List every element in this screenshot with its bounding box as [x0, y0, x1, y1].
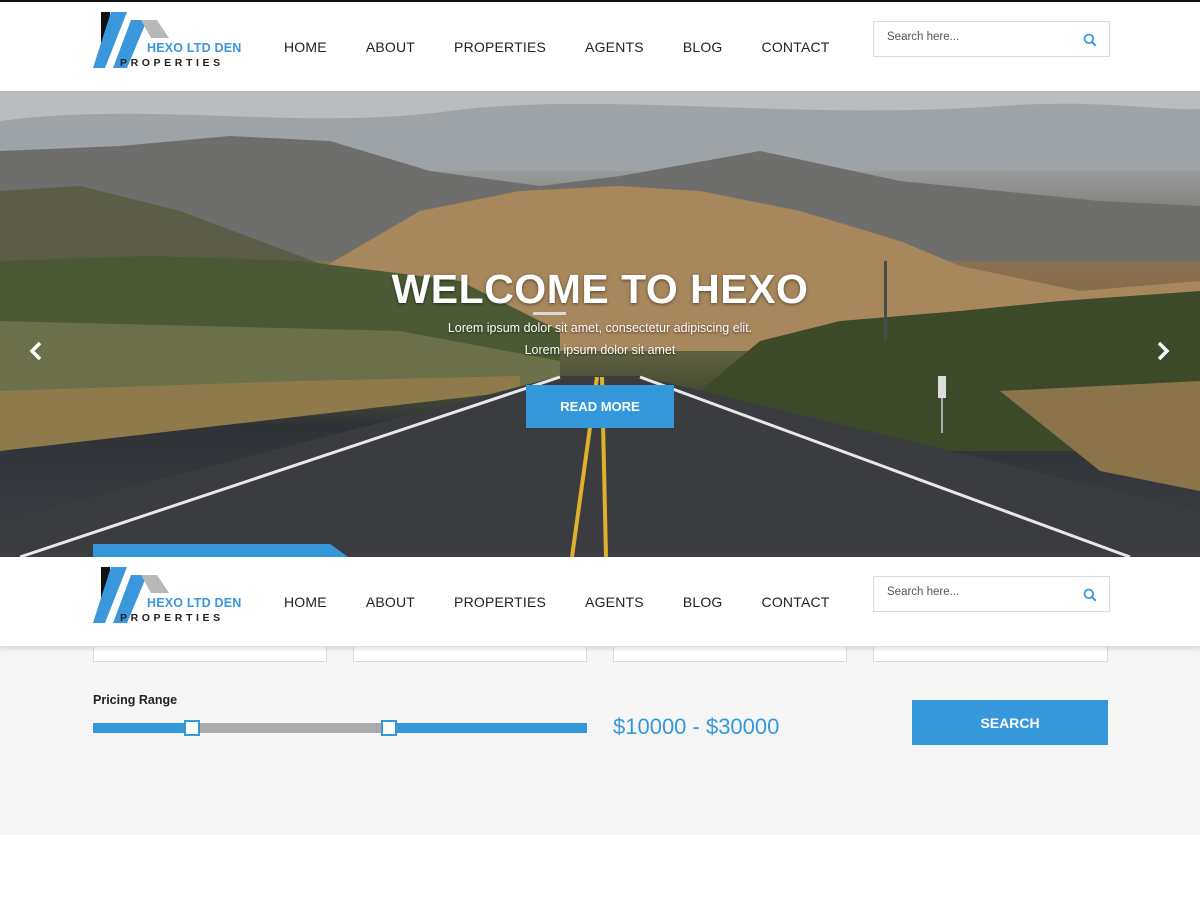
- search-input[interactable]: [887, 586, 1077, 598]
- slider-min-handle[interactable]: [183, 720, 200, 736]
- read-more-button[interactable]: READ MORE: [526, 385, 674, 428]
- nav-properties[interactable]: PROPERTIES: [454, 39, 546, 55]
- page: HEXO LTD DEN PROPERTIES HOME ABOUT PROPE…: [0, 0, 1200, 900]
- hero-subtitle-line-2: Lorem ipsum dolor sit amet: [524, 343, 676, 357]
- nav-blog[interactable]: BLOG: [683, 39, 723, 55]
- chevron-left-icon[interactable]: [25, 339, 47, 363]
- brand-tagline: PROPERTIES: [120, 57, 224, 69]
- nav-about[interactable]: ABOUT: [366, 594, 415, 610]
- price-range-slider[interactable]: [93, 720, 587, 736]
- hero-slider: WELCOME TO HEXO Lorem ipsum dolor sit am…: [0, 91, 1200, 557]
- price-range-value: $10000 - $30000: [613, 714, 780, 739]
- sticky-nav: HOME ABOUT PROPERTIES AGENTS BLOG CONTAC…: [284, 594, 869, 610]
- pricing-range-label: Pricing Range: [93, 693, 178, 707]
- filter-select-4[interactable]: [873, 647, 1108, 662]
- nav-blog[interactable]: BLOG: [683, 594, 723, 610]
- property-search-filters: Pricing Range $10000 - $30000 SEARCH: [0, 647, 1200, 835]
- site-header: HEXO LTD DEN PROPERTIES HOME ABOUT PROPE…: [0, 0, 1200, 90]
- nav-home[interactable]: HOME: [284, 39, 327, 55]
- sticky-logo[interactable]: HEXO LTD DEN PROPERTIES: [93, 565, 243, 627]
- sticky-header: HEXO LTD DEN PROPERTIES HOME ABOUT PROPE…: [0, 557, 1200, 647]
- nav-agents[interactable]: AGENTS: [585, 39, 644, 55]
- nav-contact[interactable]: CONTACT: [762, 594, 830, 610]
- logo[interactable]: HEXO LTD DEN PROPERTIES: [93, 10, 243, 72]
- main-nav: HOME ABOUT PROPERTIES AGENTS BLOG CONTAC…: [284, 39, 869, 55]
- sticky-search-box: [873, 576, 1110, 612]
- search-input[interactable]: [887, 31, 1077, 43]
- filter-select-1[interactable]: [93, 647, 327, 662]
- search-icon[interactable]: [1083, 588, 1097, 602]
- slider-max-handle[interactable]: [381, 720, 398, 736]
- slider-selected-range: [191, 723, 390, 733]
- brand-tagline: PROPERTIES: [120, 612, 224, 624]
- search-tab-strip: [93, 544, 348, 557]
- filter-select-3[interactable]: [613, 647, 847, 662]
- nav-about[interactable]: ABOUT: [366, 39, 415, 55]
- nav-agents[interactable]: AGENTS: [585, 594, 644, 610]
- nav-contact[interactable]: CONTACT: [762, 39, 830, 55]
- brand-name: HEXO LTD DEN: [147, 596, 242, 610]
- search-icon[interactable]: [1083, 33, 1097, 47]
- nav-properties[interactable]: PROPERTIES: [454, 594, 546, 610]
- hero-divider: [533, 312, 566, 315]
- brand-name: HEXO LTD DEN: [147, 41, 242, 55]
- filter-select-2[interactable]: [353, 647, 587, 662]
- hero-subtitle-line-1: Lorem ipsum dolor sit amet, consectetur …: [447, 321, 753, 335]
- search-button[interactable]: SEARCH: [912, 700, 1108, 745]
- hero-title: WELCOME TO HEXO: [391, 266, 809, 312]
- chevron-right-icon[interactable]: [1152, 339, 1174, 363]
- search-box: [873, 21, 1110, 57]
- nav-home[interactable]: HOME: [284, 594, 327, 610]
